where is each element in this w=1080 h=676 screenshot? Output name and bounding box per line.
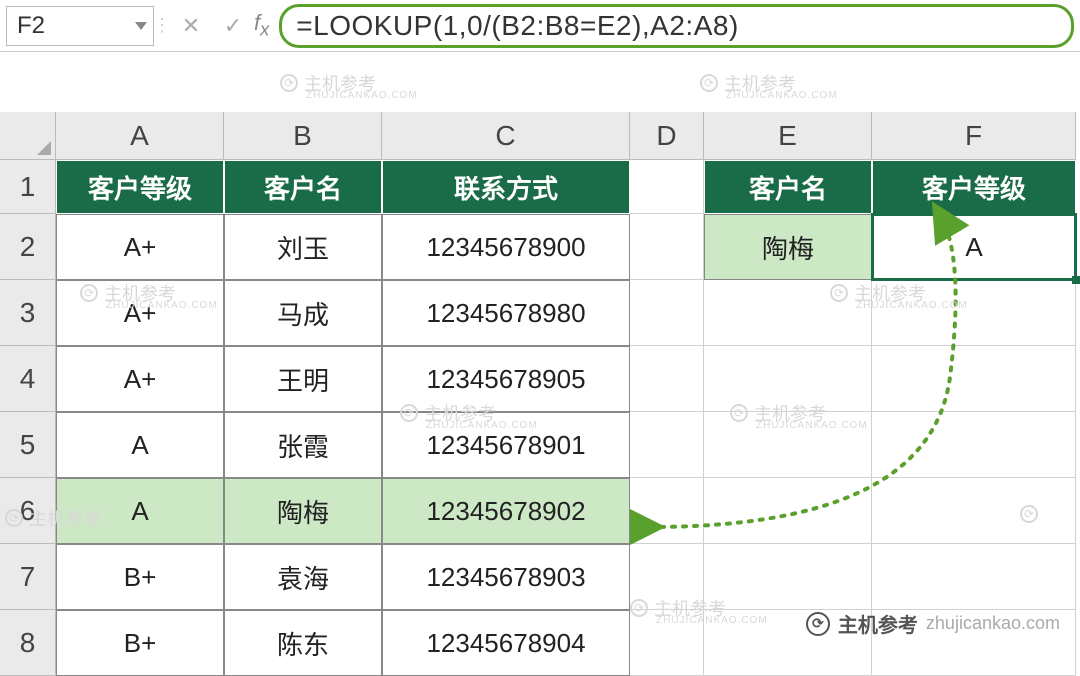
cell-D3[interactable]	[630, 280, 704, 346]
cell-D1[interactable]	[630, 160, 704, 214]
cell-C7[interactable]: 12345678903	[382, 544, 630, 610]
col-header-B[interactable]: B	[224, 112, 382, 160]
cell-B2[interactable]: 刘玉	[224, 214, 382, 280]
cell-A4[interactable]: A+	[56, 346, 224, 412]
watermark-sub: ZHUJICANKAO.COM	[306, 90, 418, 101]
watermark-text: 主机参考	[304, 70, 376, 96]
col-header-E[interactable]: E	[704, 112, 872, 160]
cell-D6[interactable]	[630, 478, 704, 544]
fx-icon[interactable]: fx	[254, 10, 269, 40]
brand-url: zhujicankao.com	[926, 613, 1060, 634]
cell-C2[interactable]: 12345678900	[382, 214, 630, 280]
divider: ⋮	[154, 6, 170, 46]
header-cell[interactable]: 客户名	[224, 160, 382, 214]
row-header-8[interactable]: 8	[0, 610, 56, 676]
cell-D5[interactable]	[630, 412, 704, 478]
name-box[interactable]: F2	[6, 6, 154, 46]
cell-C8[interactable]: 12345678904	[382, 610, 630, 676]
watermark-icon: ⟳	[280, 74, 298, 92]
header-cell[interactable]: 联系方式	[382, 160, 630, 214]
formula-bar: F2 ⋮ ✕ ✓ fx =LOOKUP(1,0/(B2:B8=E2),A2:A8…	[0, 0, 1080, 52]
watermark-sub: ZHUJICANKAO.COM	[726, 90, 838, 101]
cell-B7[interactable]: 袁海	[224, 544, 382, 610]
cell-F3[interactable]	[872, 280, 1076, 346]
header-cell[interactable]: 客户等级	[872, 160, 1076, 214]
col-header-C[interactable]: C	[382, 112, 630, 160]
row-header-1[interactable]: 1	[0, 160, 56, 214]
cell-A6[interactable]: A	[56, 478, 224, 544]
select-all-corner[interactable]	[0, 112, 56, 160]
brand-name: 主机参考	[838, 609, 918, 638]
cancel-icon[interactable]: ✕	[170, 6, 212, 46]
cell-F5[interactable]	[872, 412, 1076, 478]
cell-D8[interactable]	[630, 610, 704, 676]
cell-D7[interactable]	[630, 544, 704, 610]
cell-B6[interactable]: 陶梅	[224, 478, 382, 544]
formula-input-wrap: =LOOKUP(1,0/(B2:B8=E2),A2:A8)	[279, 4, 1074, 48]
watermark: ⟳ 主机参考 ZHUJICANKAO.COM	[280, 70, 376, 96]
brand-icon: ⟳	[806, 612, 830, 636]
table-row: 2 A+ 刘玉 12345678900 陶梅 A	[0, 214, 1080, 280]
cell-F2-selected[interactable]: A	[872, 214, 1076, 280]
cell-E4[interactable]	[704, 346, 872, 412]
col-header-D[interactable]: D	[630, 112, 704, 160]
cell-D4[interactable]	[630, 346, 704, 412]
cell-A8[interactable]: B+	[56, 610, 224, 676]
table-row: 7 B+ 袁海 12345678903	[0, 544, 1080, 610]
cell-F4[interactable]	[872, 346, 1076, 412]
chevron-down-icon[interactable]	[135, 22, 147, 30]
table-row-highlighted: 6 A 陶梅 12345678902	[0, 478, 1080, 544]
col-header-F[interactable]: F	[872, 112, 1076, 160]
row-header-4[interactable]: 4	[0, 346, 56, 412]
cell-C3[interactable]: 12345678980	[382, 280, 630, 346]
enter-icon[interactable]: ✓	[212, 6, 254, 46]
col-header-A[interactable]: A	[56, 112, 224, 160]
cell-A5[interactable]: A	[56, 412, 224, 478]
cell-B8[interactable]: 陈东	[224, 610, 382, 676]
cell-B3[interactable]: 马成	[224, 280, 382, 346]
column-header-row: A B C D E F	[0, 112, 1080, 160]
watermark-text: 主机参考	[724, 70, 796, 96]
cell-value: A	[965, 232, 982, 263]
cell-C5[interactable]: 12345678901	[382, 412, 630, 478]
cell-A7[interactable]: B+	[56, 544, 224, 610]
table-row: 5 A 张霞 12345678901	[0, 412, 1080, 478]
cell-F7[interactable]	[872, 544, 1076, 610]
watermark: ⟳ 主机参考 ZHUJICANKAO.COM	[700, 70, 796, 96]
cell-E2[interactable]: 陶梅	[704, 214, 872, 280]
cell-E5[interactable]	[704, 412, 872, 478]
cell-E6[interactable]	[704, 478, 872, 544]
cell-E3[interactable]	[704, 280, 872, 346]
cell-C6[interactable]: 12345678902	[382, 478, 630, 544]
footer-brand: ⟳ 主机参考 zhujicankao.com	[806, 609, 1060, 638]
cell-E7[interactable]	[704, 544, 872, 610]
spreadsheet-grid: A B C D E F 1 客户等级 客户名 联系方式 客户名 客户等级 2 A…	[0, 112, 1080, 676]
row-header-2[interactable]: 2	[0, 214, 56, 280]
row-header-6[interactable]: 6	[0, 478, 56, 544]
cell-A3[interactable]: A+	[56, 280, 224, 346]
table-row: 3 A+ 马成 12345678980	[0, 280, 1080, 346]
cell-reference: F2	[17, 12, 45, 40]
header-cell[interactable]: 客户名	[704, 160, 872, 214]
formula-input[interactable]: =LOOKUP(1,0/(B2:B8=E2),A2:A8)	[296, 10, 738, 42]
cell-D2[interactable]	[630, 214, 704, 280]
cell-F6[interactable]	[872, 478, 1076, 544]
table-row: 1 客户等级 客户名 联系方式 客户名 客户等级	[0, 160, 1080, 214]
cell-A2[interactable]: A+	[56, 214, 224, 280]
row-header-7[interactable]: 7	[0, 544, 56, 610]
cell-B4[interactable]: 王明	[224, 346, 382, 412]
header-cell[interactable]: 客户等级	[56, 160, 224, 214]
fill-handle[interactable]	[1072, 276, 1080, 284]
cell-B5[interactable]: 张霞	[224, 412, 382, 478]
cell-C4[interactable]: 12345678905	[382, 346, 630, 412]
row-header-5[interactable]: 5	[0, 412, 56, 478]
table-row: 4 A+ 王明 12345678905	[0, 346, 1080, 412]
row-header-3[interactable]: 3	[0, 280, 56, 346]
watermark-icon: ⟳	[700, 74, 718, 92]
